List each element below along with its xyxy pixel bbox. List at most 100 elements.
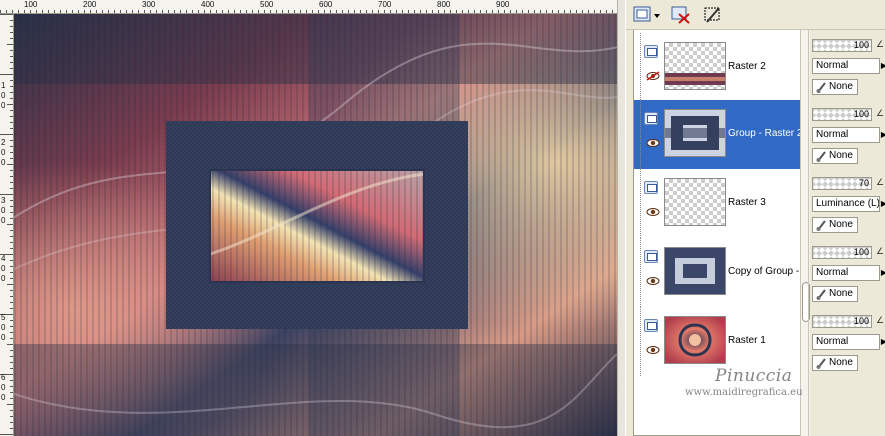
- mask-button[interactable]: [702, 4, 724, 26]
- ruler-tick: [96, 10, 97, 13]
- layer-thumbnail: [664, 42, 726, 90]
- ruler-tick: [10, 62, 13, 63]
- delete-layer-button[interactable]: [670, 4, 692, 26]
- ruler-tick: [570, 10, 571, 13]
- dropdown-arrow-icon[interactable]: ▶: [880, 196, 885, 212]
- canvas-scrollbar[interactable]: [617, 0, 625, 436]
- ruler-tick: [10, 248, 13, 249]
- opacity-slider[interactable]: 100: [812, 39, 872, 52]
- ruler-tick: [84, 10, 85, 13]
- ruler-tick: [10, 332, 13, 333]
- layer-row[interactable]: Group - Raster 2: [634, 100, 800, 169]
- layer-row[interactable]: Raster 3: [634, 169, 800, 238]
- ruler-tick: [600, 10, 601, 13]
- ruler-tick: [10, 68, 13, 69]
- ruler-tick: [10, 302, 13, 303]
- ruler-tick: [72, 10, 73, 13]
- ruler-tick: [10, 278, 13, 279]
- link-mask-field[interactable]: None: [812, 79, 858, 95]
- ruler-tick: [402, 10, 403, 13]
- opacity-slider[interactable]: 100: [812, 246, 872, 259]
- opacity-handle-icon[interactable]: ∠: [876, 39, 884, 50]
- brush-icon: [816, 358, 826, 369]
- ruler-tick: [606, 10, 607, 13]
- ruler-tick: [10, 152, 13, 153]
- ruler-tick: [48, 10, 49, 13]
- link-mask-field[interactable]: None: [812, 286, 858, 302]
- visibility-eye-icon[interactable]: [646, 345, 660, 355]
- ruler-tick: [504, 10, 505, 13]
- ruler-tick: [234, 10, 235, 13]
- left-ruler: 100200300400500600: [0, 14, 14, 436]
- opacity-slider[interactable]: 100: [812, 108, 872, 121]
- opacity-handle-icon[interactable]: ∠: [876, 315, 884, 326]
- hidden-eye-icon[interactable]: [646, 71, 660, 81]
- ruler-label: 1: [1, 81, 6, 90]
- opacity-slider[interactable]: 70: [812, 177, 872, 190]
- ruler-tick: [10, 308, 13, 309]
- dropdown-arrow-icon[interactable]: ▶: [880, 127, 885, 143]
- blend-mode-select[interactable]: Luminance (L): [812, 196, 880, 212]
- visibility-eye-icon[interactable]: [646, 138, 660, 148]
- ruler-tick: [216, 10, 217, 13]
- ruler-tick: [156, 10, 157, 13]
- ruler-tick: [492, 10, 493, 13]
- ruler-tick: [396, 10, 397, 13]
- ruler-tick: [10, 176, 13, 177]
- blend-mode-select[interactable]: Normal: [812, 58, 880, 74]
- ruler-tick: [438, 10, 439, 13]
- tree-line: [640, 169, 641, 238]
- ruler-tick: [10, 296, 13, 297]
- ruler-tick: [144, 10, 145, 13]
- visibility-eye-icon[interactable]: [646, 276, 660, 286]
- ruler-tick: [366, 10, 367, 13]
- ruler-tick: [10, 350, 13, 351]
- opacity-handle-icon[interactable]: ∠: [876, 177, 884, 188]
- blend-mode-select[interactable]: Normal: [812, 265, 880, 281]
- ruler-tick: [594, 10, 595, 13]
- ruler-tick: [564, 10, 565, 13]
- brush-icon: [816, 151, 826, 162]
- ruler-tick: [126, 10, 127, 13]
- ruler-tick: [18, 10, 19, 13]
- mask-icon: [704, 7, 720, 23]
- tree-line: [640, 238, 641, 307]
- ruler-tick: [288, 10, 289, 13]
- ruler-tick: [7, 164, 13, 165]
- ruler-tick: [102, 10, 103, 13]
- ruler-tick: [10, 416, 13, 417]
- ruler-tick: [36, 10, 37, 13]
- new-layer-button[interactable]: [632, 4, 662, 26]
- ruler-label: 5: [1, 313, 6, 322]
- layer-row[interactable]: Raster 2: [634, 33, 800, 102]
- opacity-slider[interactable]: 100: [812, 315, 872, 328]
- blend-mode-select[interactable]: Normal: [812, 127, 880, 143]
- layer-row[interactable]: Copy of Group -: [634, 238, 800, 307]
- dropdown-arrow-icon[interactable]: ▶: [880, 334, 885, 350]
- link-mask-field[interactable]: None: [812, 148, 858, 164]
- opacity-handle-icon[interactable]: ∠: [876, 108, 884, 119]
- image-canvas[interactable]: [14, 14, 617, 436]
- blend-mode-select[interactable]: Normal: [812, 334, 880, 350]
- ruler-tick: [10, 392, 13, 393]
- link-mask-field[interactable]: None: [812, 217, 858, 233]
- ruler-tick: [10, 272, 13, 273]
- visibility-eye-icon[interactable]: [646, 207, 660, 217]
- layer-name: Copy of Group -: [728, 266, 800, 277]
- mask-label: None: [829, 357, 853, 368]
- opacity-value: 100: [853, 247, 869, 257]
- dropdown-arrow-icon[interactable]: ▶: [880, 265, 885, 281]
- link-mask-field[interactable]: None: [812, 355, 858, 371]
- ruler-tick: [192, 10, 193, 13]
- ruler-tick: [420, 10, 421, 13]
- ruler-tick: [10, 326, 13, 327]
- opacity-handle-icon[interactable]: ∠: [876, 246, 884, 257]
- ruler-tick: [150, 10, 151, 13]
- ruler-tick: [10, 50, 13, 51]
- ruler-tick: [7, 44, 13, 45]
- dropdown-arrow-icon[interactable]: ▶: [880, 58, 885, 74]
- layers-toolbar: [626, 0, 885, 30]
- raster-layer-icon: [644, 45, 658, 58]
- ruler-tick: [414, 10, 415, 13]
- ruler-tick: [546, 10, 547, 13]
